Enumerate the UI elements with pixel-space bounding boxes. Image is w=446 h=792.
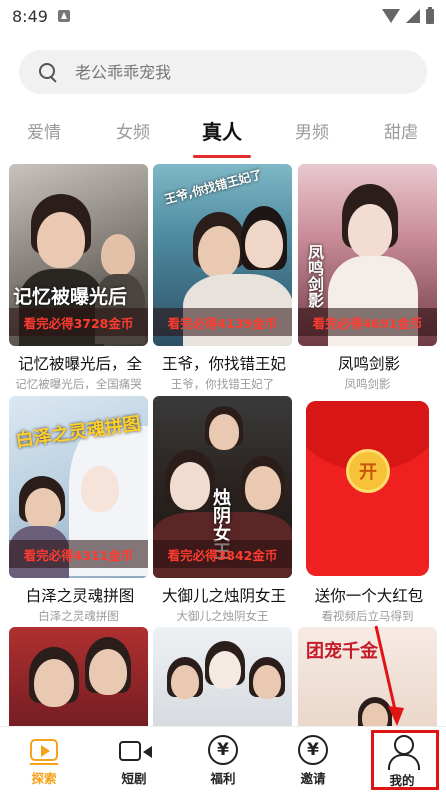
reward-text: 看完必得4691金币 — [312, 315, 423, 331]
nav-invite[interactable]: ¥ 邀请 — [278, 727, 348, 792]
reward-text: 看完必得4311金币 — [23, 547, 134, 563]
annotation-highlight-box — [371, 730, 439, 790]
open-coin-icon[interactable]: 开 — [346, 449, 390, 493]
search-icon — [39, 63, 57, 81]
card-subtitle: 记忆被曝光后，全国痛哭 — [15, 377, 142, 391]
nav-short-drama[interactable]: 短剧 — [99, 727, 169, 792]
yen-coin-icon: ¥ — [298, 735, 328, 765]
search-bar[interactable] — [19, 50, 427, 94]
wifi-icon — [382, 9, 400, 23]
red-packet-card[interactable]: 开 送你一个大红包 看视频后立马得到 — [298, 396, 437, 624]
card-subtitle: 凤鸣剑影 — [344, 377, 391, 391]
video-camera-icon — [119, 741, 152, 761]
nav-welfare-label: 福利 — [210, 771, 236, 786]
nav-short-drama-label: 短剧 — [121, 771, 147, 786]
red-packet-thumb[interactable]: 开 — [298, 396, 437, 578]
red-packet-icon[interactable]: 开 — [306, 401, 429, 576]
drama-card[interactable]: 王爷,你找错王妃了 看完必得4139金币 王爷，你找错王妃 王爷，你找错王妃了 — [153, 164, 292, 392]
tab-live-action[interactable]: 真人 — [192, 116, 252, 145]
card-title: 大御儿之烛阴女王 — [161, 587, 286, 605]
tab-male[interactable]: 男频 — [282, 118, 342, 143]
reward-text: 看完必得3842金币 — [167, 547, 278, 563]
card-title: 记忆被曝光后，全 — [17, 355, 142, 373]
drama-card[interactable]: 凤鸣剑影 看完必得4691金币 凤鸣剑影 凤鸣剑影 — [298, 164, 437, 392]
card-subtitle: 白泽之灵魂拼图 — [38, 609, 119, 623]
coin-label: 开 — [359, 462, 377, 483]
reward-band: 看完必得3728金币 — [9, 308, 148, 336]
card-title: 白泽之灵魂拼图 — [25, 587, 135, 605]
reward-text: 看完必得4139金币 — [167, 315, 278, 331]
annotation-arrow — [374, 625, 404, 726]
nav-welfare[interactable]: ¥ 福利 — [188, 727, 258, 792]
status-time: 8:49 — [12, 6, 48, 26]
nav-invite-label: 邀请 — [300, 771, 326, 786]
reward-text: 看完必得3728金币 — [23, 315, 134, 331]
reward-band: 看完必得4691金币 — [298, 308, 437, 336]
nav-explore[interactable]: 探索 — [9, 727, 79, 792]
poster-title: 记忆被曝光后 — [13, 286, 128, 308]
card-title: 凤鸣剑影 — [337, 355, 400, 373]
play-square-icon — [30, 739, 58, 765]
drama-poster[interactable]: 记忆被曝光后 看完必得3728金币 — [9, 164, 148, 346]
drama-card[interactable]: 白泽之灵魂拼图 看完必得4311金币 白泽之灵魂拼图 白泽之灵魂拼图 — [9, 396, 148, 624]
signal-icon — [406, 9, 420, 23]
active-tab-underline — [193, 155, 251, 158]
app-notification-icon — [57, 10, 70, 22]
battery-icon — [426, 6, 434, 24]
drama-card[interactable]: 记忆被曝光后 看完必得3728金币 记忆被曝光后，全 记忆被曝光后，全国痛哭 — [9, 164, 148, 392]
reward-band: 看完必得4139金币 — [153, 308, 292, 336]
poster-title: 凤鸣剑影 — [305, 244, 324, 308]
drama-poster[interactable]: 白泽之灵魂拼图 看完必得4311金币 — [9, 396, 148, 578]
card-title: 王爷，你找错王妃 — [161, 355, 286, 373]
category-tabs: 爱情 女频 真人 男频 甜虐 — [0, 108, 446, 158]
drama-card[interactable]: 烛阴女王 看完必得3842金币 大御儿之烛阴女王 大御儿之烛阴女王 — [153, 396, 292, 624]
card-subtitle: 王爷，你找错王妃了 — [170, 377, 275, 391]
drama-poster[interactable]: 烛阴女王 看完必得3842金币 — [153, 396, 292, 578]
nav-explore-label: 探索 — [31, 771, 57, 786]
reward-band: 看完必得4311金币 — [9, 540, 148, 568]
status-indicators — [382, 6, 434, 24]
drama-poster[interactable]: 凤鸣剑影 看完必得4691金币 — [298, 164, 437, 346]
search-input[interactable] — [75, 62, 375, 82]
yen-coin-icon: ¥ — [208, 735, 238, 765]
tab-female[interactable]: 女频 — [103, 118, 163, 143]
tab-love[interactable]: 爱情 — [14, 118, 74, 143]
reward-band: 看完必得3842金币 — [153, 540, 292, 568]
drama-poster[interactable]: 王爷,你找错王妃了 看完必得4139金币 — [153, 164, 292, 346]
tab-sweet-angst[interactable]: 甜虐 — [371, 118, 431, 143]
card-subtitle: 大御儿之烛阴女王 — [176, 609, 269, 623]
card-title: 送你一个大红包 — [314, 587, 424, 605]
status-bar: 8:49 — [0, 0, 446, 32]
